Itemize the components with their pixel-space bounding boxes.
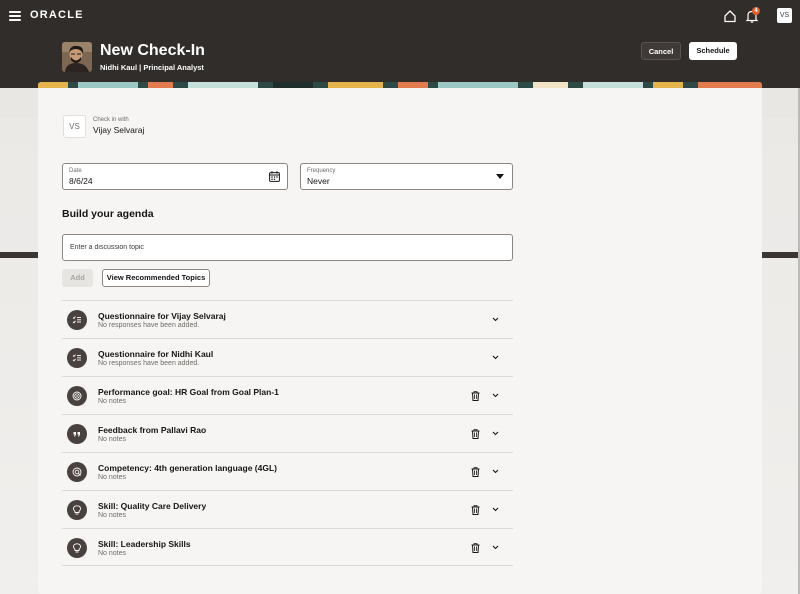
check-in-with-label: Check in with <box>93 117 129 123</box>
trash-icon[interactable] <box>471 543 480 553</box>
agenda-item[interactable]: Questionnaire for Vijay Selvaraj No resp… <box>62 300 513 338</box>
calendar-icon[interactable] <box>269 171 280 182</box>
agenda-item-subtitle: No notes <box>98 436 127 443</box>
trash-icon[interactable] <box>471 391 480 401</box>
page-title: New Check-In <box>100 42 205 59</box>
agenda-item-title: Skill: Leadership Skills <box>98 539 191 549</box>
trash-icon[interactable] <box>471 505 480 515</box>
agenda-item[interactable]: Skill: Leadership Skills No notes <box>62 528 513 566</box>
frequency-select[interactable]: Frequency Never <box>300 163 513 190</box>
chevron-down-icon[interactable] <box>492 355 499 360</box>
trash-icon[interactable] <box>471 467 480 477</box>
chevron-down-icon[interactable] <box>492 431 499 436</box>
discussion-topic-input[interactable] <box>62 234 513 261</box>
check-in-card: VS Check in with Vijay Selvaraj Date 8/6… <box>38 82 762 594</box>
cancel-button[interactable]: Cancel <box>641 42 681 60</box>
agenda-item-title: Questionnaire for Nidhi Kaul <box>98 349 214 359</box>
date-field[interactable]: Date 8/6/24 <box>62 163 288 190</box>
agenda-item-title: Skill: Quality Care Delivery <box>98 501 207 511</box>
schedule-button[interactable]: Schedule <box>689 42 737 60</box>
agenda-item-title: Feedback from Pallavi Rao <box>98 425 207 435</box>
agenda-item-subtitle: No notes <box>98 398 127 405</box>
agenda-item[interactable]: Competency: 4th generation language (4GL… <box>62 452 513 490</box>
competency-icon <box>67 462 87 482</box>
chevron-down-icon[interactable] <box>492 507 499 512</box>
header-region: ORACLE 4 VS New Check-In Nidhi Kaul | Pr… <box>0 0 800 88</box>
chevron-down-icon[interactable] <box>492 393 499 398</box>
agenda-item[interactable]: Feedback from Pallavi Rao No notes <box>62 414 513 452</box>
view-recommended-topics-button[interactable]: View Recommended Topics <box>102 269 210 287</box>
oracle-logo: ORACLE <box>30 9 84 21</box>
chevron-down-icon[interactable] <box>492 545 499 550</box>
agenda-item-subtitle: No notes <box>98 550 127 557</box>
dropdown-arrow-icon[interactable] <box>496 174 504 179</box>
profile-photo <box>62 42 92 72</box>
user-avatar[interactable]: VS <box>777 8 792 23</box>
date-label: Date <box>69 168 82 174</box>
agenda-item-subtitle: No notes <box>98 474 127 481</box>
agenda-heading: Build your agenda <box>62 208 154 220</box>
agenda-item-subtitle: No responses have been added. <box>98 322 200 329</box>
participant-avatar: VS <box>63 115 86 138</box>
agenda-item[interactable]: Skill: Quality Care Delivery No notes <box>62 490 513 528</box>
agenda-item-title: Performance goal: HR Goal from Goal Plan… <box>98 387 279 397</box>
agenda-item-subtitle: No responses have been added. <box>98 360 200 367</box>
quote-icon <box>67 424 87 444</box>
decorative-banner <box>38 82 762 88</box>
trash-icon[interactable] <box>471 429 480 439</box>
agenda-item[interactable]: Performance goal: HR Goal from Goal Plan… <box>62 376 513 414</box>
home-icon[interactable] <box>723 9 737 23</box>
chevron-down-icon[interactable] <box>492 317 499 322</box>
agenda-item[interactable]: Questionnaire for Nidhi Kaul No response… <box>62 338 513 376</box>
frequency-value[interactable]: Never <box>307 176 330 186</box>
date-value[interactable]: 8/6/24 <box>69 176 93 186</box>
lightbulb-icon <box>67 500 87 520</box>
agenda-item-title: Questionnaire for Vijay Selvaraj <box>98 311 226 321</box>
agenda-item-title: Competency: 4th generation language (4GL… <box>98 463 277 473</box>
frequency-label: Frequency <box>307 168 336 174</box>
top-bar: ORACLE 4 VS <box>0 0 800 32</box>
agenda-list: Questionnaire for Vijay Selvaraj No resp… <box>62 300 513 566</box>
chevron-down-icon[interactable] <box>492 469 499 474</box>
add-button[interactable]: Add <box>62 269 93 287</box>
hamburger-menu-icon[interactable] <box>9 11 21 21</box>
questionnaire-icon <box>67 310 87 330</box>
agenda-item-subtitle: No notes <box>98 512 127 519</box>
check-in-with-name: Vijay Selvaraj <box>93 125 145 135</box>
page-subtitle: Nidhi Kaul | Principal Analyst <box>100 63 204 72</box>
notification-count-badge: 4 <box>752 7 760 15</box>
questionnaire-icon <box>67 348 87 368</box>
lightbulb-icon <box>67 538 87 558</box>
target-icon <box>67 386 87 406</box>
